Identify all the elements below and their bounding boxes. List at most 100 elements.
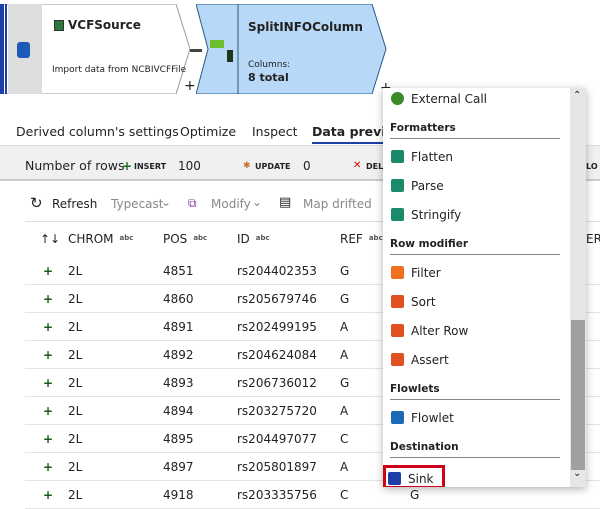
- menu-item-filter[interactable]: Filter: [389, 262, 549, 286]
- insert-row-icon: +: [43, 376, 54, 390]
- filter-icon: [391, 266, 404, 279]
- insert-row-icon: +: [43, 432, 54, 446]
- menu-item-sort[interactable]: Sort: [389, 291, 549, 315]
- source-title: VCFSource: [68, 18, 141, 32]
- cell-id: rs203275720: [237, 404, 317, 418]
- cell-id: rs205801897: [237, 460, 317, 474]
- modify-button[interactable]: Modify: [211, 197, 251, 211]
- cell-ref: A: [340, 320, 349, 334]
- cell-id: rs206736012: [237, 376, 317, 390]
- add-after-source-button[interactable]: +: [184, 78, 196, 94]
- sink-icon: [388, 472, 401, 485]
- flowlet-icon: [391, 411, 404, 424]
- refresh-icon: ↻: [30, 194, 43, 212]
- parse-icon: [391, 179, 404, 192]
- cell-pos: 4860: [163, 292, 194, 306]
- cell-chrom: 2L: [68, 348, 83, 362]
- cell-chrom: 2L: [68, 432, 83, 446]
- add-transformation-menu: External Call Formatters Flatten Parse Strin…: [383, 88, 586, 487]
- cell-chrom: 2L: [68, 460, 83, 474]
- map-drifted-button[interactable]: Map drifted: [303, 197, 372, 211]
- cell-id: rs204402353: [237, 264, 317, 278]
- cell-partial: G: [410, 488, 420, 502]
- column-header-id[interactable]: ID abc: [237, 232, 270, 246]
- cell-chrom: 2L: [68, 488, 83, 502]
- menu-item-flatten[interactable]: Flatten: [389, 146, 549, 170]
- cell-pos: 4893: [163, 376, 194, 390]
- chevron-down-icon: ⌄: [252, 195, 263, 209]
- menu-item-alter-row[interactable]: Alter Row: [389, 320, 549, 344]
- menu-scrollbar[interactable]: ⌃ ⌄: [570, 88, 586, 487]
- cell-ref: C: [340, 488, 349, 502]
- column-header-partial[interactable]: ER: [586, 232, 600, 246]
- lookup-label: LO: [586, 162, 598, 171]
- map-drifted-icon: ▤: [279, 195, 292, 210]
- cell-ref: A: [340, 460, 349, 474]
- column-header-chrom[interactable]: CHROM abc: [68, 232, 133, 246]
- menu-item-assert[interactable]: Assert: [389, 349, 549, 373]
- cell-pos: 4897: [163, 460, 194, 474]
- menu-section-formatters: Formatters: [390, 122, 560, 139]
- insert-icon: +: [122, 159, 133, 173]
- cell-chrom: 2L: [68, 320, 83, 334]
- typecast-button[interactable]: Typecast: [111, 197, 163, 211]
- cell-chrom: 2L: [68, 292, 83, 306]
- external-call-icon: [391, 92, 404, 105]
- insert-row-icon: +: [43, 320, 54, 334]
- tab-derived-settings[interactable]: Derived column's settings: [16, 124, 179, 139]
- cell-chrom: 2L: [68, 376, 83, 390]
- stringify-icon: [391, 208, 404, 221]
- cell-pos: 4895: [163, 432, 194, 446]
- scroll-up-icon[interactable]: ⌃: [573, 90, 581, 101]
- refresh-button[interactable]: Refresh: [52, 197, 97, 211]
- alter-row-icon: [391, 324, 404, 337]
- menu-section-flowlets: Flowlets: [390, 383, 560, 400]
- menu-item-external-call[interactable]: External Call: [389, 88, 549, 112]
- insert-value: 100: [178, 159, 201, 173]
- menu-item-stringify[interactable]: Stringify: [389, 204, 549, 228]
- tab-optimize[interactable]: Optimize: [180, 124, 236, 139]
- insert-row-icon: +: [43, 460, 54, 474]
- cell-id: rs205679746: [237, 292, 317, 306]
- tab-inspect[interactable]: Inspect: [252, 124, 298, 139]
- cell-ref: G: [340, 292, 350, 306]
- update-value: 0: [303, 159, 311, 173]
- cell-chrom: 2L: [68, 404, 83, 418]
- update-icon: ✱: [243, 161, 251, 171]
- source-icon: [54, 20, 64, 31]
- columns-value: 8 total: [248, 71, 289, 84]
- cell-pos: 4891: [163, 320, 194, 334]
- cell-ref: A: [340, 404, 349, 418]
- scroll-down-icon[interactable]: ⌄: [573, 468, 581, 479]
- scrollbar-thumb[interactable]: [571, 320, 585, 470]
- insert-row-icon: +: [43, 488, 54, 502]
- derived-title: SplitINFOColumn: [248, 20, 363, 34]
- insert-row-icon: +: [43, 264, 54, 278]
- insert-label: INSERT: [134, 162, 167, 171]
- delete-icon: ✕: [353, 160, 362, 171]
- column-header-ref[interactable]: REF abc: [340, 232, 383, 246]
- menu-item-parse[interactable]: Parse: [389, 175, 549, 199]
- update-label: UPDATE: [255, 162, 291, 171]
- cell-ref: C: [340, 432, 349, 446]
- cell-ref: A: [340, 348, 349, 362]
- flatten-icon: [391, 150, 404, 163]
- cell-pos: 4918: [163, 488, 194, 502]
- rows-label: Number of rows: [25, 158, 125, 173]
- column-header-pos[interactable]: POS abc: [163, 232, 207, 246]
- cell-id: rs204624084: [237, 348, 317, 362]
- menu-section-row-modifier: Row modifier: [390, 238, 560, 255]
- menu-item-sink[interactable]: Sink: [383, 465, 445, 487]
- cell-chrom: 2L: [68, 264, 83, 278]
- cell-id: rs203335756: [237, 488, 317, 502]
- sort-icon[interactable]: ↑↓: [40, 232, 60, 246]
- splitinfocolumn-node[interactable]: [196, 4, 388, 94]
- menu-item-flowlet[interactable]: Flowlet: [389, 407, 549, 431]
- chevron-down-icon: ⌄: [161, 195, 172, 209]
- cell-id: rs202499195: [237, 320, 317, 334]
- cell-pos: 4894: [163, 404, 194, 418]
- delete-label: DEL: [366, 162, 384, 171]
- source-description: Import data from NCBIVCFFile: [52, 65, 187, 75]
- sort-icon: [391, 295, 404, 308]
- cell-ref: G: [340, 264, 350, 278]
